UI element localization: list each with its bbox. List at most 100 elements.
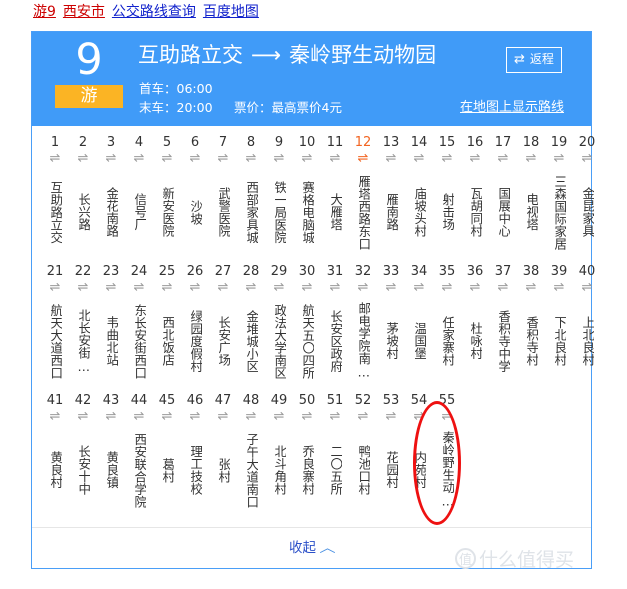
station-cell[interactable]: 7 ⇌ 武警医院	[209, 135, 237, 255]
station-cell[interactable]: 27 ⇌ 长安广场	[209, 264, 237, 384]
station-cell[interactable]: 22 ⇌ 北长安街…	[69, 264, 97, 384]
station-cell[interactable]: 41 ⇌ 黄良村	[41, 393, 69, 513]
station-name[interactable]: 任家寨村	[440, 297, 454, 385]
station-cell[interactable]: 12 ⇌ 雁塔西路东口	[349, 135, 377, 255]
station-name[interactable]: 花园村	[384, 426, 398, 514]
station-name[interactable]: 西安联合学院	[132, 426, 146, 514]
station-cell[interactable]: 5 ⇌ 新安医院	[153, 135, 181, 255]
station-name[interactable]: 香积寺村	[524, 297, 538, 385]
station-cell[interactable]: 17 ⇌ 国展中心	[489, 135, 517, 255]
station-name[interactable]: 香积寺中学	[496, 297, 510, 385]
station-cell[interactable]: 21 ⇌ 航天大道西口	[41, 264, 69, 384]
breadcrumb-item-city[interactable]: 西安市	[63, 4, 105, 20]
station-name[interactable]: 内苑村	[412, 426, 426, 514]
station-cell[interactable]: 28 ⇌ 金堆城小区	[237, 264, 265, 384]
station-name[interactable]: 瓦胡同村	[468, 168, 482, 256]
station-cell[interactable]: 50 ⇌ 乔良寨村	[293, 393, 321, 513]
station-name[interactable]: 韦曲北站	[104, 297, 118, 385]
station-cell[interactable]: 20 ⇌ 金昆家具	[573, 135, 601, 255]
station-name[interactable]: 东长安街西口	[132, 297, 146, 385]
station-name[interactable]: 赛格电脑城	[300, 168, 314, 256]
station-name[interactable]: 茅坡村	[384, 297, 398, 385]
station-name[interactable]: 鸭池口村	[356, 426, 370, 514]
station-name[interactable]: 新安医院	[160, 168, 174, 256]
station-cell[interactable]: 48 ⇌ 子午大道南口	[237, 393, 265, 513]
station-cell[interactable]: 24 ⇌ 东长安街西口	[125, 264, 153, 384]
station-cell[interactable]: 47 ⇌ 张村	[209, 393, 237, 513]
station-name[interactable]: 雁塔西路东口	[356, 168, 370, 256]
station-cell[interactable]: 38 ⇌ 香积寺村	[517, 264, 545, 384]
station-name[interactable]: 北斗角村	[272, 426, 286, 514]
station-cell[interactable]: 26 ⇌ 绿园度假村	[181, 264, 209, 384]
collapse-button[interactable]: 收起 ︿	[289, 539, 336, 558]
station-name[interactable]: 二〇五所	[328, 426, 342, 514]
breadcrumb-item-baidu-map[interactable]: 百度地图	[203, 4, 259, 20]
station-name[interactable]: 长安十中	[76, 426, 90, 514]
station-name[interactable]: 金昆家具	[580, 168, 594, 256]
station-cell[interactable]: 43 ⇌ 黄良镇	[97, 393, 125, 513]
station-name[interactable]: 雁南路	[384, 168, 398, 256]
station-cell[interactable]: 1 ⇌ 互助路立交	[41, 135, 69, 255]
station-name[interactable]: 长安区政府	[328, 297, 342, 385]
station-name[interactable]: 国展中心	[496, 168, 510, 256]
station-cell[interactable]: 8 ⇌ 西部家具城	[237, 135, 265, 255]
return-trip-button[interactable]: ⇄ 返程	[506, 47, 562, 73]
station-cell[interactable]: 34 ⇌ 温国堡	[405, 264, 433, 384]
station-cell[interactable]: 40 ⇌ 上北良村	[573, 264, 601, 384]
station-name[interactable]: 葛村	[160, 426, 174, 514]
station-name[interactable]: 航天五〇四所	[300, 297, 314, 385]
station-cell[interactable]: 4 ⇌ 信号厂	[125, 135, 153, 255]
station-name[interactable]: 航天大道西口	[48, 297, 62, 385]
station-name[interactable]: 秦岭野生动…	[440, 426, 454, 514]
station-name[interactable]: 信号厂	[132, 168, 146, 256]
station-cell[interactable]: 33 ⇌ 茅坡村	[377, 264, 405, 384]
station-name[interactable]: 北长安街…	[76, 297, 90, 385]
station-name[interactable]: 长兴路	[76, 168, 90, 256]
station-name[interactable]: 金堆城小区	[244, 297, 258, 385]
station-cell[interactable]: 25 ⇌ 西北饭店	[153, 264, 181, 384]
station-name[interactable]: 庙坡头村	[412, 168, 426, 256]
station-name[interactable]: 绿园度假村	[188, 297, 202, 385]
station-cell[interactable]: 2 ⇌ 长兴路	[69, 135, 97, 255]
station-cell[interactable]: 54 ⇌ 内苑村	[405, 393, 433, 513]
station-cell[interactable]: 18 ⇌ 电视塔	[517, 135, 545, 255]
station-cell[interactable]: 15 ⇌ 射击场	[433, 135, 461, 255]
station-name[interactable]: 电视塔	[524, 168, 538, 256]
breadcrumb-item-line[interactable]: 游9	[33, 4, 56, 20]
show-route-on-map-link[interactable]: 在地图上显示路线	[460, 98, 564, 117]
station-cell[interactable]: 35 ⇌ 任家寨村	[433, 264, 461, 384]
station-cell[interactable]: 32 ⇌ 邮电学院南…	[349, 264, 377, 384]
station-cell[interactable]: 53 ⇌ 花园村	[377, 393, 405, 513]
station-name[interactable]: 沙坡	[188, 168, 202, 256]
station-name[interactable]: 邮电学院南…	[356, 297, 370, 385]
station-cell[interactable]: 11 ⇌ 大雁塔	[321, 135, 349, 255]
station-name[interactable]: 下北良村	[552, 297, 566, 385]
station-cell[interactable]: 16 ⇌ 瓦胡同村	[461, 135, 489, 255]
station-cell[interactable]: 23 ⇌ 韦曲北站	[97, 264, 125, 384]
station-name[interactable]: 理工技校	[188, 426, 202, 514]
station-name[interactable]: 互助路立交	[48, 168, 62, 256]
station-cell[interactable]: 30 ⇌ 航天五〇四所	[293, 264, 321, 384]
breadcrumb-item-bus-query[interactable]: 公交路线查询	[112, 4, 196, 20]
station-cell[interactable]: 46 ⇌ 理工技校	[181, 393, 209, 513]
station-cell[interactable]: 51 ⇌ 二〇五所	[321, 393, 349, 513]
station-cell[interactable]: 36 ⇌ 杜咏村	[461, 264, 489, 384]
station-name[interactable]: 射击场	[440, 168, 454, 256]
station-name[interactable]: 西部家具城	[244, 168, 258, 256]
station-cell[interactable]: 6 ⇌ 沙坡	[181, 135, 209, 255]
station-cell[interactable]: 19 ⇌ 三森国际家居	[545, 135, 573, 255]
station-cell[interactable]: 42 ⇌ 长安十中	[69, 393, 97, 513]
station-name[interactable]: 乔良寨村	[300, 426, 314, 514]
station-cell[interactable]: 10 ⇌ 赛格电脑城	[293, 135, 321, 255]
station-name[interactable]: 温国堡	[412, 297, 426, 385]
station-name[interactable]: 上北良村	[580, 297, 594, 385]
station-name[interactable]: 铁一局医院	[272, 168, 286, 256]
station-cell[interactable]: 13 ⇌ 雁南路	[377, 135, 405, 255]
station-name[interactable]: 张村	[216, 426, 230, 514]
station-cell[interactable]: 52 ⇌ 鸭池口村	[349, 393, 377, 513]
station-name[interactable]: 子午大道南口	[244, 426, 258, 514]
station-name[interactable]: 黄良村	[48, 426, 62, 514]
station-name[interactable]: 大雁塔	[328, 168, 342, 256]
station-name[interactable]: 金花南路	[104, 168, 118, 256]
station-cell[interactable]: 14 ⇌ 庙坡头村	[405, 135, 433, 255]
